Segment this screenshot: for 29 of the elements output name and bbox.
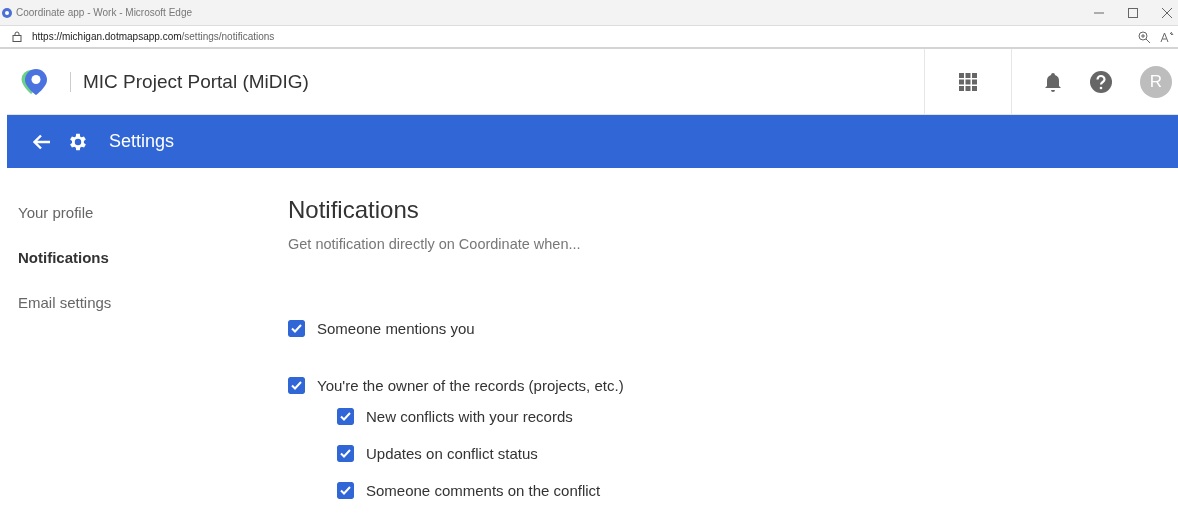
close-icon[interactable]: [1162, 7, 1172, 18]
option-label: Updates on conflict status: [366, 445, 538, 462]
sidebar-item[interactable]: Notifications: [18, 249, 288, 266]
section-heading: Notifications: [288, 196, 420, 224]
apps-grid-icon[interactable]: [959, 72, 977, 91]
checkbox[interactable]: [337, 482, 354, 499]
option-label: New conflicts with your records: [366, 408, 573, 425]
bell-icon[interactable]: [1044, 71, 1062, 92]
option-label: Someone mentions you: [317, 320, 475, 337]
read-aloud-icon[interactable]: [1160, 30, 1174, 43]
option-label: Someone comments on the conflict: [366, 482, 601, 499]
sidebar-item[interactable]: Your profile: [18, 204, 288, 221]
help-icon[interactable]: [1090, 70, 1112, 93]
lock-icon: [12, 31, 22, 42]
back-arrow-icon[interactable]: [33, 133, 51, 150]
map-pin-logo: [20, 67, 50, 96]
page-title: Settings: [109, 131, 175, 152]
checkbox[interactable]: [288, 320, 305, 337]
maximize-icon[interactable]: [1128, 7, 1138, 18]
app-title: MIC Project Portal (MiDIG): [83, 70, 310, 93]
section-description: Get notification directly on Coordinate when...: [288, 236, 582, 252]
zoom-icon[interactable]: [1138, 30, 1150, 43]
checkbox[interactable]: [337, 408, 354, 425]
window-title: Coordinate app - Work - Microsoft Edge: [16, 7, 192, 18]
sidebar-item[interactable]: Email settings: [18, 294, 288, 311]
option-label: You're the owner of the records (projects, etc.): [317, 377, 624, 394]
checkbox[interactable]: [288, 377, 305, 394]
address-url[interactable]: https://michigan.dotmapsapp.com/settings/notifications: [32, 31, 275, 42]
checkbox[interactable]: [337, 445, 354, 462]
